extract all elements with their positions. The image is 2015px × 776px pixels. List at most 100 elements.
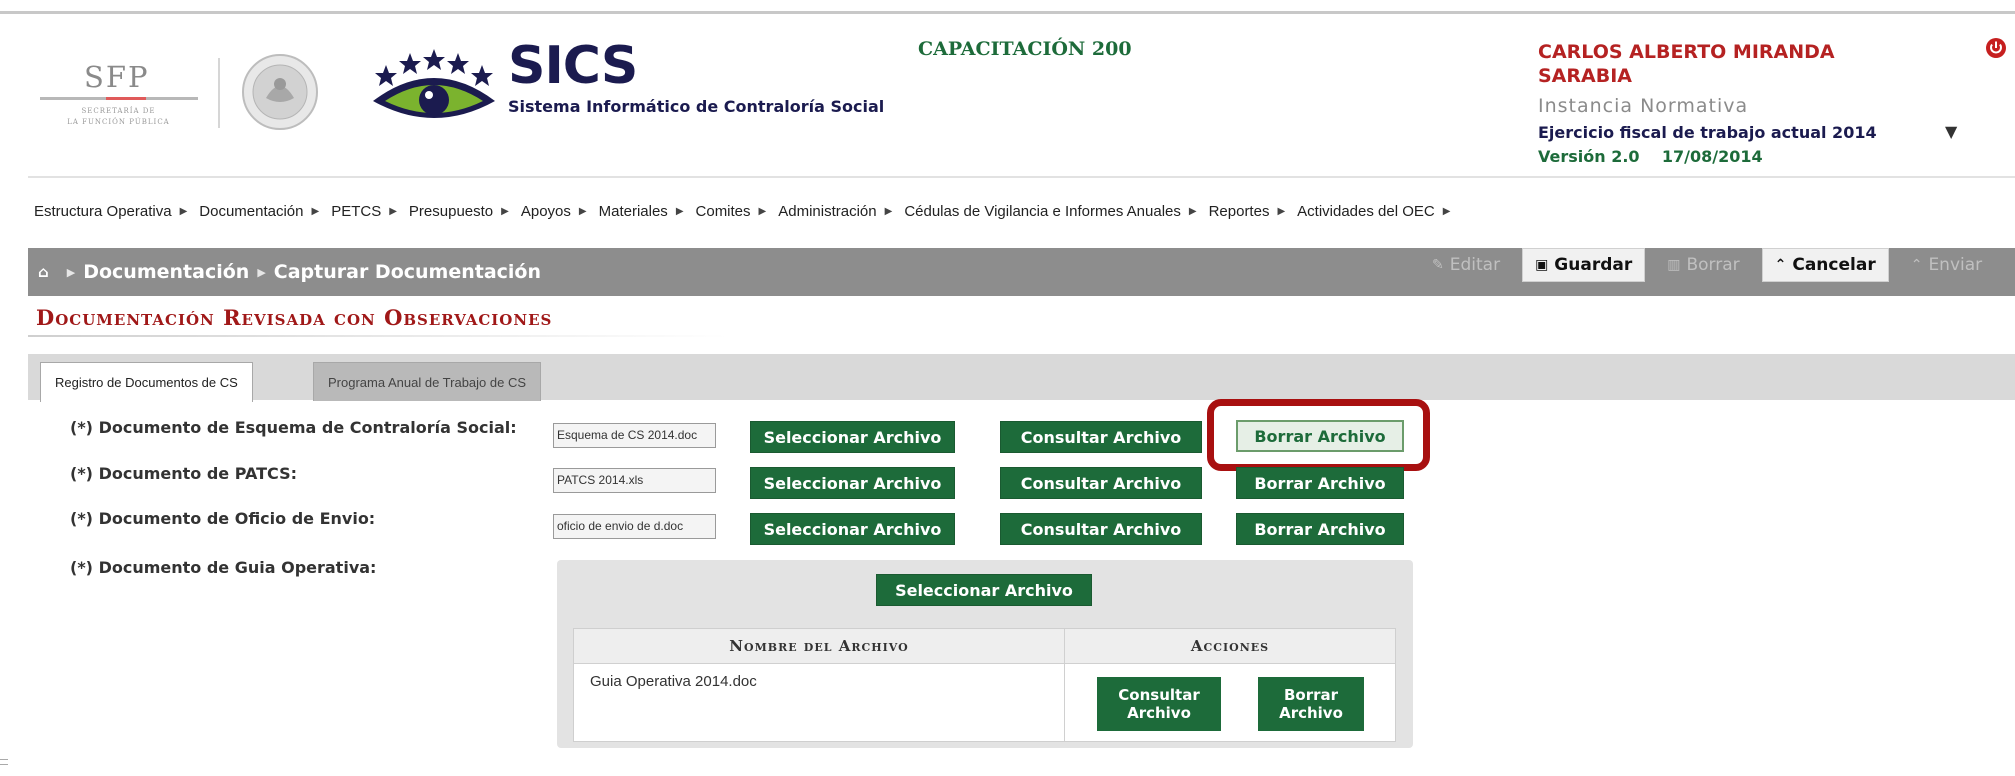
guia-consult-label: Consultar Archivo [1118, 686, 1199, 722]
oficio-delete-button[interactable]: Borrar Archivo [1236, 513, 1404, 545]
esquema-select-button[interactable]: Seleccionar Archivo [750, 421, 955, 453]
version-number: Versión 2.0 [1538, 147, 1640, 166]
delete-label-line1: Borrar [1283, 686, 1339, 704]
main-menu: Estructura Operativa ▶ Documentación ▶ PET… [34, 200, 1462, 222]
menu-apoyos[interactable]: Apoyos ▶ [521, 203, 587, 220]
caret-right-icon: ▶ [389, 205, 397, 217]
oficio-file-field[interactable]: oficio de envio de d.doc [553, 514, 716, 539]
patcs-consult-button[interactable]: Consultar Archivo [1000, 467, 1202, 499]
chevron-up-icon: ⌃ [1910, 257, 1923, 273]
edit-button[interactable]: ✎ Editar [1420, 249, 1512, 281]
user-menu-chevron-down-icon[interactable]: ▼ [1945, 122, 1957, 141]
edit-label: Editar [1449, 255, 1501, 275]
version-info: Versión 2.0 17/08/2014 [1538, 147, 1763, 166]
section-title: Documentación Revisada con Observaciones [36, 305, 553, 330]
trash-icon: ▥ [1667, 257, 1681, 273]
caret-right-icon: ▶ [675, 205, 684, 217]
app-subtitle: Sistema Informático de Contraloría Socia… [508, 97, 885, 116]
pencil-icon: ✎ [1432, 257, 1444, 273]
menu-label: Presupuesto [408, 202, 494, 220]
consult-label-line1: Consultar [1118, 686, 1200, 704]
menu-materiales[interactable]: Materiales ▶ [599, 203, 684, 220]
caret-right-icon: ▶ [1188, 205, 1197, 217]
menu-label: Apoyos [520, 202, 571, 220]
oficio-select-button[interactable]: Seleccionar Archivo [750, 513, 955, 545]
menu-comites[interactable]: Comites ▶ [696, 203, 767, 220]
logo-divider [218, 58, 220, 128]
delete-button[interactable]: ▥ Borrar [1655, 249, 1751, 281]
national-seal-icon [242, 54, 318, 130]
menu-petcs[interactable]: PETCS ▶ [331, 203, 397, 220]
user-name: CARLOS ALBERTO MIRANDA SARABIA [1538, 41, 1835, 87]
menu-cedulas[interactable]: Cédulas de Vigilancia e Informes Anuales… [904, 203, 1196, 220]
cancel-label: Cancelar [1792, 255, 1876, 275]
breadcrumb-section[interactable]: Documentación [83, 261, 249, 283]
tab-programa-anual[interactable]: Programa Anual de Trabajo de CS [313, 362, 542, 401]
chevron-up-icon: ⌃ [1774, 257, 1787, 273]
menu-label: Estructura Operativa [34, 202, 172, 220]
header-divider [28, 176, 2015, 178]
power-icon[interactable] [1985, 37, 2007, 59]
menu-documentacion[interactable]: Documentación ▶ [199, 203, 319, 220]
cancel-button[interactable]: ⌃ Cancelar [1761, 248, 1889, 282]
sics-eye-logo-icon [373, 49, 495, 118]
oficio-consult-button[interactable]: Consultar Archivo [1000, 513, 1202, 545]
guia-select-button[interactable]: Seleccionar Archivo [876, 574, 1092, 606]
patcs-delete-button[interactable]: Borrar Archivo [1236, 467, 1404, 499]
menu-label: Cédulas de Vigilancia e Informes Anuales [904, 202, 1181, 220]
delete-label: Borrar [1686, 255, 1740, 275]
col-header-actions: Acciones [1065, 629, 1395, 664]
caret-right-icon: ▶ [578, 205, 587, 217]
esquema-label: (*) Documento de Esquema de Contraloría … [70, 418, 517, 437]
app-title: SICS [508, 36, 638, 96]
menu-estructura-operativa[interactable]: Estructura Operativa ▶ [34, 203, 187, 220]
caret-right-icon: ▶ [179, 205, 188, 217]
user-role: Instancia Normativa [1538, 95, 1749, 117]
esquema-consult-button[interactable]: Consultar Archivo [1000, 421, 1202, 453]
column-divider [1064, 629, 1065, 741]
edge-mark [0, 764, 8, 765]
tab-registro-documentos[interactable]: Registro de Documentos de CS [40, 362, 253, 402]
menu-label: PETCS [331, 202, 382, 220]
menu-label: Reportes [1208, 202, 1270, 220]
guia-delete-label: Borrar Archivo [1279, 686, 1343, 722]
breadcrumb-separator-icon: ▶ [66, 265, 76, 279]
home-icon[interactable]: ⌂ [38, 263, 49, 281]
save-label: Guardar [1554, 255, 1633, 275]
save-button[interactable]: ▣ Guardar [1522, 248, 1646, 282]
breadcrumb: ⌂ ▶ Documentación ▶ Capturar Documentaci… [38, 248, 541, 296]
sfp-logo-accent [106, 97, 146, 100]
edge-mark [0, 759, 8, 760]
floppy-disk-icon: ▣ [1535, 257, 1549, 273]
patcs-label: (*) Documento de PATCS: [70, 464, 297, 483]
section-title-rule [28, 335, 728, 337]
sfp-logo-line1: SECRETARÍA DE [81, 107, 156, 115]
fiscal-year: Ejercicio fiscal de trabajo actual 2014 [1538, 123, 1877, 142]
menu-label: Administración [778, 202, 877, 220]
menu-presupuesto[interactable]: Presupuesto ▶ [409, 203, 509, 220]
breadcrumb-page: Capturar Documentación [273, 261, 542, 283]
menu-administracion[interactable]: Administración ▶ [778, 203, 892, 220]
menu-actividades-oec[interactable]: Actividades del OEC ▶ [1297, 203, 1450, 220]
caret-right-icon: ▶ [501, 205, 509, 217]
caret-right-icon: ▶ [884, 205, 893, 217]
caret-right-icon: ▶ [1277, 205, 1286, 217]
delete-label-line2: Archivo [1279, 704, 1343, 722]
patcs-file-field[interactable]: PATCS 2014.xls [553, 468, 716, 493]
patcs-select-button[interactable]: Seleccionar Archivo [750, 467, 955, 499]
action-toolbar: ✎ Editar ▣ Guardar ▥ Borrar ⌃ Cancelar ⌃ Envi… [1420, 248, 2004, 282]
menu-label: Actividades del OEC [1297, 202, 1435, 220]
top-border [0, 11, 2015, 14]
col-header-file-name: Nombre del Archivo [574, 629, 1064, 664]
guia-consult-button[interactable]: Consultar Archivo [1097, 677, 1221, 731]
menu-reportes[interactable]: Reportes ▶ [1209, 203, 1286, 220]
menu-label: Documentación [199, 202, 304, 220]
guia-delete-button[interactable]: Borrar Archivo [1258, 677, 1364, 731]
menu-label: Comites [695, 202, 751, 220]
send-button[interactable]: ⌃ Enviar [1899, 249, 1994, 281]
menu-label: Materiales [598, 202, 668, 220]
sfp-logo-line2: LA FUNCIÓN PÚBLICA [67, 118, 170, 126]
caret-right-icon: ▶ [311, 205, 320, 217]
oficio-label: (*) Documento de Oficio de Envio: [70, 509, 376, 528]
esquema-file-field[interactable]: Esquema de CS 2014.doc [553, 423, 716, 448]
